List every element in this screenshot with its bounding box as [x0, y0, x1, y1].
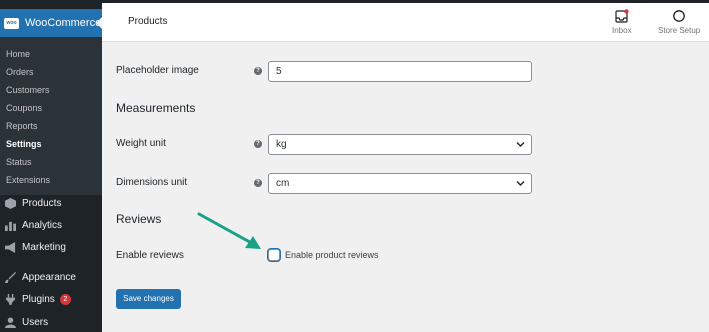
menu-item-appearance[interactable]: Appearance [4, 268, 76, 286]
woocommerce-menu-label: WooCommerce [25, 17, 102, 29]
brush-icon [4, 271, 16, 283]
enable-reviews-label: Enable reviews [116, 250, 184, 261]
help-icon[interactable]: ? [254, 67, 262, 75]
menu-item-plugins[interactable]: Plugins 2 [4, 290, 71, 308]
weight-unit-select[interactable]: kg [268, 134, 532, 155]
dimensions-unit-label: Dimensions unit [116, 177, 188, 188]
page-title: Products [128, 16, 168, 27]
bar-chart-icon [4, 219, 16, 231]
menu-item-products[interactable]: Products [4, 194, 61, 212]
menu-item-label: Marketing [22, 241, 66, 253]
help-icon[interactable]: ? [254, 179, 262, 187]
store-setup-label: Store Setup [658, 26, 701, 35]
submenu-item-customers[interactable]: Customers [6, 83, 50, 97]
chevron-down-icon [516, 174, 525, 200]
placeholder-image-label: Placeholder image [116, 65, 199, 76]
save-changes-button[interactable]: Save changes [116, 289, 181, 309]
store-setup-button[interactable]: Store Setup [658, 9, 700, 35]
enable-product-reviews-label[interactable]: Enable product reviews [285, 250, 379, 260]
menu-item-analytics[interactable]: Analytics [4, 216, 62, 234]
dimensions-unit-value: cm [276, 178, 290, 189]
menu-item-label: Products [22, 197, 62, 209]
box-icon [4, 197, 16, 209]
placeholder-image-input[interactable]: 5 [268, 61, 532, 82]
annotation-arrow-icon [197, 212, 261, 249]
user-icon [4, 316, 16, 328]
reviews-heading: Reviews [116, 212, 162, 226]
woocommerce-submenu: Home Orders Customers Coupons Reports Se… [0, 37, 102, 195]
progress-circle-icon [673, 10, 685, 22]
plug-icon [4, 293, 16, 305]
menu-item-marketing[interactable]: Marketing [4, 238, 66, 256]
menu-item-label: Users [22, 316, 49, 328]
page-header: Products Inbox Store Setup [102, 3, 709, 42]
weight-unit-label: Weight unit [116, 138, 166, 149]
inbox-label: Inbox [612, 26, 632, 35]
help-icon[interactable]: ? [254, 140, 262, 148]
menu-item-users[interactable]: Users [4, 313, 48, 331]
weight-unit-value: kg [276, 139, 287, 150]
megaphone-icon [4, 241, 16, 253]
placeholder-image-value: 5 [276, 66, 282, 77]
enable-product-reviews-checkbox[interactable] [268, 249, 280, 261]
chevron-down-icon [516, 135, 525, 161]
submenu-item-reports[interactable]: Reports [6, 119, 38, 133]
menu-item-label: Analytics [22, 219, 63, 231]
submenu-item-coupons[interactable]: Coupons [6, 101, 42, 115]
menu-item-label: Appearance [22, 271, 76, 283]
submenu-item-settings[interactable]: Settings [6, 137, 42, 151]
dimensions-unit-select[interactable]: cm [268, 173, 532, 194]
plugins-update-count-badge: 2 [59, 293, 71, 305]
woocommerce-logo-icon: woo [4, 17, 19, 29]
measurements-heading: Measurements [116, 101, 196, 115]
submenu-item-orders[interactable]: Orders [6, 65, 34, 79]
woocommerce-menu-header[interactable]: woo WooCommerce [0, 9, 103, 37]
menu-item-label: Plugins [22, 293, 55, 305]
inbox-button[interactable]: Inbox [612, 9, 632, 35]
inbox-icon [615, 9, 629, 23]
admin-sidebar: woo WooCommerce Home Orders Customers Co… [0, 3, 103, 332]
submenu-item-home[interactable]: Home [6, 47, 30, 61]
submenu-item-extensions[interactable]: Extensions [6, 173, 50, 187]
submenu-item-status[interactable]: Status [6, 155, 32, 169]
